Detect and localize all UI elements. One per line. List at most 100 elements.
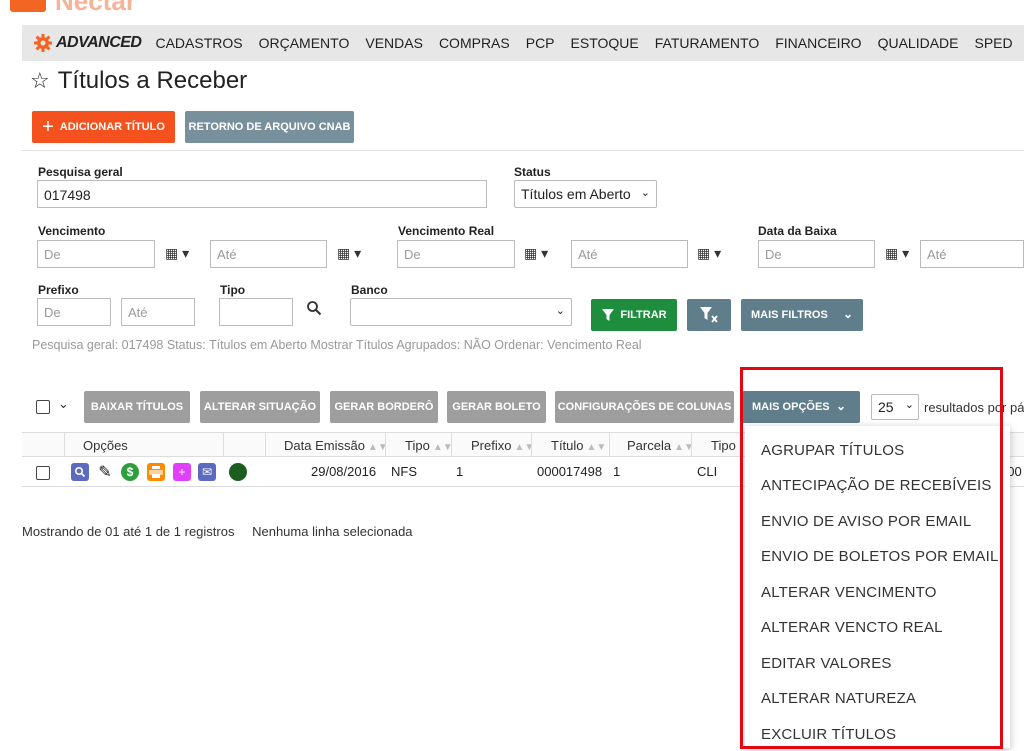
edit-icon[interactable]: ✎ (96, 463, 114, 481)
prefix-from-input[interactable]: De (37, 298, 111, 326)
menu-item-boletos-email[interactable]: ENVIO DE BOLETOS POR EMAIL (761, 548, 999, 565)
calendar-icon[interactable]: ▦ ▾ (885, 245, 915, 265)
clear-filter-button[interactable] (687, 299, 731, 331)
type-input[interactable] (219, 298, 293, 326)
nav-financeiro[interactable]: FINANCEIRO (775, 35, 861, 51)
plus-icon: + (42, 115, 54, 138)
menu-item-alterar-vencimento[interactable]: ALTERAR VENCIMENTO (761, 584, 937, 601)
column-divider (385, 433, 386, 458)
calendar-icon[interactable]: ▦ ▾ (337, 245, 367, 265)
col-emissao[interactable]: Data Emissão ▲▼ (284, 438, 388, 453)
chevron-down-icon: ⌄ (904, 399, 914, 411)
calendar-icon[interactable]: ▦ ▾ (524, 245, 554, 265)
payment-from-input[interactable]: De (758, 240, 875, 268)
payment-icon[interactable]: $ (121, 463, 139, 481)
more-filters-button[interactable]: MAIS FILTROS ⌄ (741, 299, 863, 331)
chevron-down-icon[interactable]: ⌄ (58, 396, 69, 412)
prefix-label: Prefixo (38, 283, 79, 297)
nav-estoque[interactable]: ESTOQUE (571, 35, 639, 51)
filter-summary: Pesquisa geral: 017498 Status: Títulos e… (32, 338, 642, 352)
status-dot-icon (229, 463, 247, 481)
column-divider (609, 433, 610, 458)
logo-mark (10, 0, 46, 12)
add-title-button[interactable]: + ADICIONAR TÍTULO (32, 111, 175, 143)
sort-icon: ▲▼ (586, 442, 607, 453)
column-divider (691, 433, 692, 458)
nav-sped[interactable]: SPED (975, 35, 1013, 51)
nav-pcp[interactable]: PCP (526, 35, 555, 51)
gerar-bordero-button[interactable]: GERAR BORDERÔ (330, 391, 438, 423)
menu-item-aviso-email[interactable]: ENVIO DE AVISO POR EMAIL (761, 513, 971, 530)
column-divider (451, 433, 452, 458)
col-tipo2[interactable]: Tipo (711, 438, 736, 453)
cnab-return-button[interactable]: RETORNO DE ARQUIVO CNAB (185, 111, 354, 143)
select-all-checkbox[interactable] (36, 400, 50, 414)
nav-cadastros[interactable]: CADASTROS (155, 35, 242, 51)
config-columns-button[interactable]: CONFIGURAÇÕES DE COLUNAS (555, 391, 734, 423)
real-due-from-input[interactable]: De (397, 240, 515, 268)
mais-opcoes-button[interactable]: MAIS OPÇÕES ⌄ (742, 391, 860, 423)
page-size-select[interactable]: 25 ⌄ (871, 394, 919, 420)
page-title-text: Títulos a Receber (57, 67, 248, 94)
column-divider (265, 433, 266, 458)
logo-text: Nectar (55, 0, 136, 16)
col-prefixo[interactable]: Prefixo ▲▼ (471, 438, 534, 453)
menu-item-editar-valores[interactable]: EDITAR VALORES (761, 655, 892, 672)
nav-vendas[interactable]: VENDAS (365, 35, 423, 51)
brand-name: ADVANCED (56, 34, 142, 51)
menu-item-excluir[interactable]: EXCLUIR TÍTULOS (761, 726, 896, 743)
gerar-boleto-button[interactable]: GERAR BOLETO (447, 391, 546, 423)
real-due-to-input[interactable]: Até (571, 240, 688, 268)
star-icon[interactable]: ☆ (30, 68, 50, 94)
payment-to-input[interactable]: Até (920, 240, 1024, 268)
funnel-icon (602, 309, 615, 321)
calendar-icon[interactable]: ▦ ▾ (165, 245, 195, 265)
menu-item-alterar-vencto-real[interactable]: ALTERAR VENCTO REAL (761, 619, 943, 636)
nav-orcamento[interactable]: ORÇAMENTO (259, 35, 350, 51)
nav-compras[interactable]: COMPRAS (439, 35, 510, 51)
status-label: Status (514, 165, 551, 179)
calendar-icon[interactable]: ▦ ▾ (697, 245, 727, 265)
view-icon[interactable] (71, 463, 89, 481)
showing-count: Mostrando de 01 até 1 de 1 registros (22, 524, 235, 539)
col-tipo[interactable]: Tipo ▲▼ (405, 438, 453, 453)
status-select[interactable]: Títulos em Aberto ⌄ (514, 180, 657, 208)
type-label: Tipo (220, 283, 246, 297)
menu-item-antecipacao[interactable]: ANTECIPAÇÃO DE RECEBÍVEIS (761, 477, 992, 494)
cell-tipo: NFS (391, 464, 417, 479)
table-footer: Mostrando de 01 até 1 de 1 registros Nen… (22, 524, 413, 539)
menu-item-agrupar[interactable]: AGRUPAR TÍTULOS (761, 442, 904, 459)
real-due-label: Vencimento Real (398, 224, 495, 238)
due-to-input[interactable]: Até (210, 240, 327, 268)
column-divider (531, 433, 532, 458)
prefix-to-input[interactable]: Até (121, 298, 195, 326)
more-options-menu: AGRUPAR TÍTULOS ANTECIPAÇÃO DE RECEBÍVEI… (745, 426, 1010, 748)
filter-button[interactable]: FILTRAR (591, 299, 677, 331)
email-icon[interactable]: ✉ (198, 463, 216, 481)
brand[interactable]: ADVANCED (33, 33, 142, 53)
search-icon[interactable] (306, 300, 322, 316)
divider (22, 150, 1024, 151)
page-title: ☆ Títulos a Receber (30, 67, 247, 95)
search-input[interactable]: 017498 (37, 180, 487, 208)
due-from-input[interactable]: De (37, 240, 155, 268)
nav-faturamento[interactable]: FATURAMENTO (655, 35, 760, 51)
row-checkbox[interactable] (36, 466, 50, 480)
column-divider (64, 433, 65, 458)
col-titulo[interactable]: Título ▲▼ (551, 438, 606, 453)
note-icon[interactable]: + (173, 463, 191, 481)
cell-parcela: 1 (613, 464, 621, 479)
chevron-down-icon: ⌄ (842, 307, 853, 321)
alterar-situacao-button[interactable]: ALTERAR SITUAÇÃO (200, 391, 320, 423)
due-date-label: Vencimento (38, 224, 106, 238)
column-divider (223, 433, 224, 458)
menu-item-alterar-natureza[interactable]: ALTERAR NATUREZA (761, 690, 916, 707)
nav-qualidade[interactable]: QUALIDADE (878, 35, 959, 51)
baixar-titulos-button[interactable]: BAIXAR TÍTULOS (84, 391, 190, 423)
page-size-label: resultados por pá (924, 400, 1024, 415)
col-parcela[interactable]: Parcela ▲▼ (627, 438, 694, 453)
payment-date-label: Data da Baixa (758, 224, 837, 238)
chevron-down-icon: ⌄ (640, 187, 650, 199)
print-icon[interactable] (147, 463, 165, 481)
bank-select[interactable]: ⌄ (350, 298, 572, 326)
